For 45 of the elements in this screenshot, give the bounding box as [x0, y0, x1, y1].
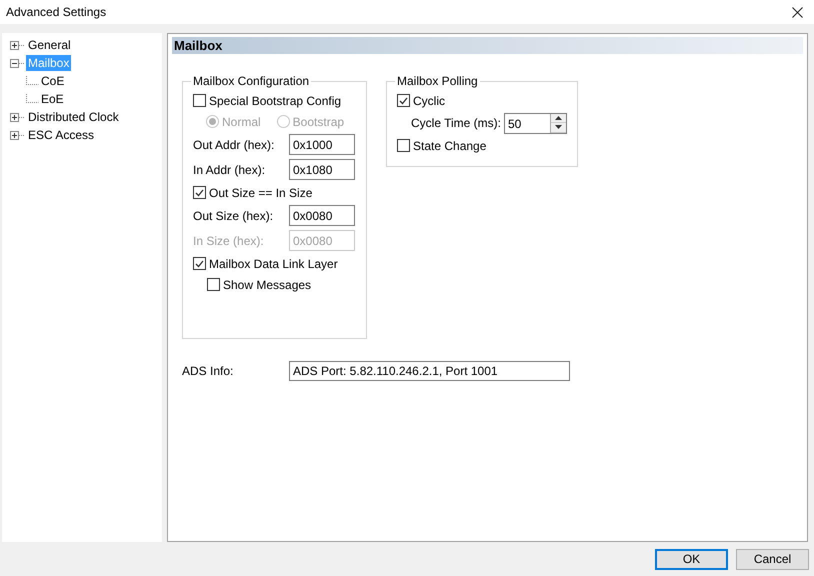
checkbox[interactable]: [193, 186, 206, 199]
expand-icon[interactable]: [10, 130, 26, 140]
group-title: Mailbox Polling: [396, 74, 479, 88]
tree-branch-icon: [26, 94, 39, 104]
input-field[interactable]: ADS Port: 5.82.110.246.2.1, Port 1001: [289, 361, 570, 381]
tree-item[interactable]: CoE: [39, 73, 66, 89]
expand-icon[interactable]: [10, 112, 26, 122]
number-spinner[interactable]: 50: [504, 112, 567, 134]
checkbox[interactable]: [193, 257, 206, 270]
tree-item[interactable]: EoE: [39, 91, 66, 107]
checkbox-label: Out Size == In Size: [209, 186, 312, 200]
radio-label: Normal: [222, 114, 261, 128]
tree-branch-icon: [26, 76, 39, 86]
field-label: Out Addr (hex):: [193, 138, 276, 152]
checkbox[interactable]: [193, 94, 206, 107]
expand-icon[interactable]: [10, 40, 26, 50]
checkbox-label: Cyclic: [413, 94, 445, 108]
panel-title: Mailbox: [172, 37, 803, 54]
collapse-icon[interactable]: [10, 58, 26, 68]
input-field[interactable]: 0x1000: [289, 134, 355, 155]
radio-label: Bootstrap: [292, 114, 344, 128]
checkbox[interactable]: [397, 139, 410, 152]
field-label: ADS Info:: [182, 364, 234, 378]
field-label: In Addr (hex):: [193, 162, 266, 176]
field-label: Cycle Time (ms):: [411, 116, 501, 130]
ok-button[interactable]: OK: [655, 548, 728, 570]
checkbox[interactable]: [207, 278, 220, 291]
up-arrow-icon[interactable]: [555, 116, 562, 120]
input-field[interactable]: 0x1080: [289, 159, 355, 180]
checkbox[interactable]: [397, 94, 410, 107]
tree-item[interactable]: ESC Access: [26, 127, 96, 143]
group-title: Mailbox Configuration: [192, 74, 310, 88]
checkbox-label: Special Bootstrap Config: [209, 94, 342, 108]
checkbox-label: Mailbox Data Link Layer: [209, 256, 338, 270]
input-field[interactable]: 0x0080: [289, 205, 355, 226]
checkbox-label: Show Messages: [223, 278, 312, 292]
tree-item[interactable]: Distributed Clock: [26, 109, 121, 125]
field-label: In Size (hex):: [193, 234, 265, 248]
field-label: Out Size (hex):: [193, 208, 274, 222]
tree-item[interactable]: General: [26, 37, 73, 53]
window-title: Advanced Settings: [6, 5, 106, 19]
cancel-button[interactable]: Cancel: [736, 548, 809, 570]
checkbox-label: State Change: [413, 138, 486, 152]
down-arrow-icon[interactable]: [555, 125, 562, 130]
close-icon[interactable]: [792, 6, 803, 18]
